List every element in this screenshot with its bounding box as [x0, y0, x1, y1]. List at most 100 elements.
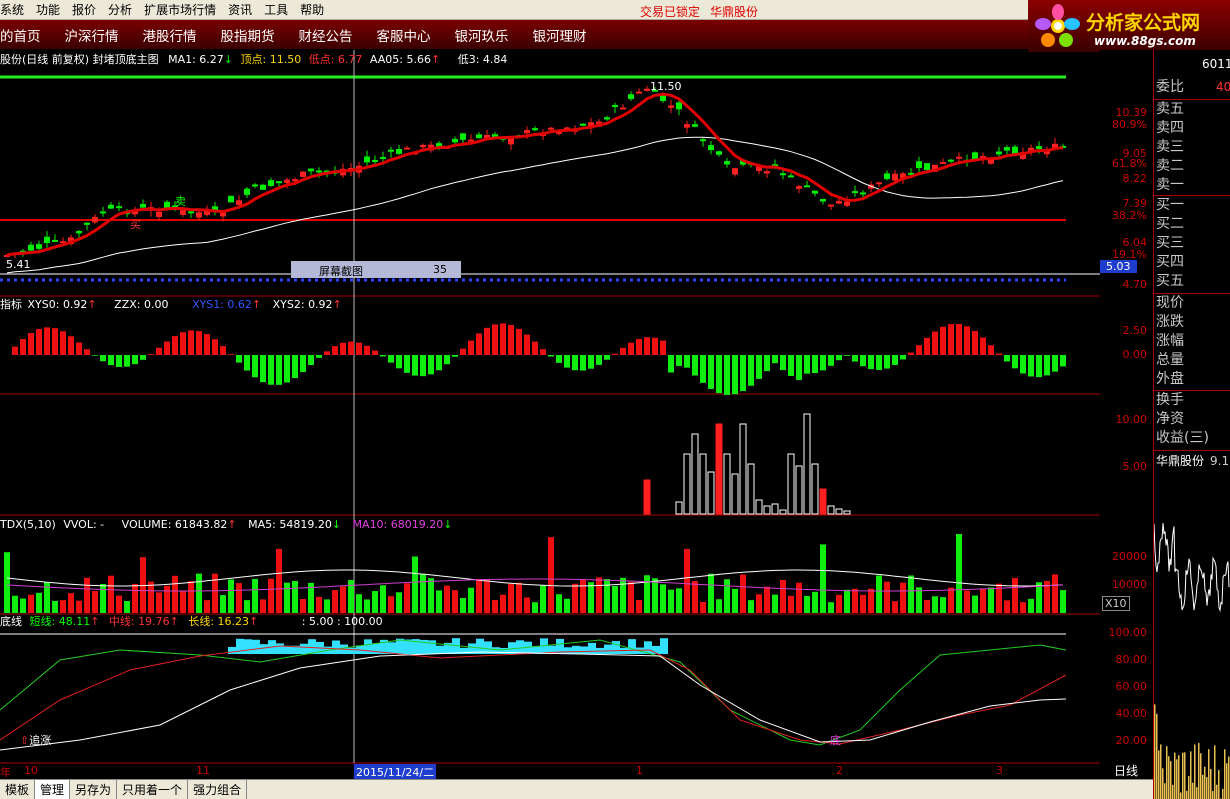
indicator-bar-up [988, 345, 994, 355]
nav-home[interactable]: 的首页 [0, 25, 53, 45]
mini-volume-bar [1228, 756, 1230, 799]
volume-bar [780, 579, 786, 613]
indicator-bar-down [452, 355, 458, 357]
volume-bar [436, 590, 442, 613]
indicator-bar-up [324, 351, 330, 355]
top-label: 顶点: 11.50 [240, 53, 302, 66]
order-buy-2: 买二 [1156, 216, 1184, 232]
osc-cyan-bar [308, 639, 316, 654]
stat-change: 涨跌 [1156, 314, 1184, 330]
xys0-up-arrow-icon: ↑ [87, 298, 97, 311]
menu-news[interactable]: 资讯 [228, 1, 264, 18]
volume-bar [1052, 574, 1058, 613]
nav-service[interactable]: 客服中心 [377, 25, 443, 45]
volume-bar [20, 598, 26, 613]
indicator-bar-down [700, 355, 706, 383]
volume-bar [532, 602, 538, 613]
candle-body [300, 171, 306, 177]
tab-manage[interactable]: 管理 [35, 780, 71, 799]
menu-function[interactable]: 功能 [36, 1, 72, 18]
menu-system[interactable]: 系统 [0, 1, 36, 18]
indicator-bar-down [1044, 355, 1050, 376]
nav-hk[interactable]: 港股行情 [143, 25, 209, 45]
indicator-bar-up [620, 347, 626, 355]
indicator-bar-down [412, 355, 418, 376]
candle-body [156, 211, 162, 217]
mid-bar [739, 423, 747, 515]
volume-bar [236, 583, 242, 613]
indicator-bar-up [460, 348, 466, 355]
candle-body [372, 159, 378, 162]
nav-shanghai-shenzhen[interactable]: 沪深行情 [65, 25, 131, 45]
price-tick-6: 38.2% [1112, 209, 1147, 222]
volume-bar [100, 584, 106, 613]
indicator-bar-up [956, 323, 962, 355]
indicator-bar-down [884, 355, 890, 369]
mini-volume-bar [1216, 784, 1218, 799]
stat-outer: 外盘 [1156, 371, 1184, 387]
bottom-tag: 底 [830, 734, 841, 747]
tab-template[interactable]: 模板 [0, 780, 36, 799]
xys1-up-arrow-icon: ↑ [251, 298, 262, 311]
osc-cyan-bar [260, 644, 268, 654]
indicator-bar-down [1012, 355, 1018, 369]
mini-volume-bar [1196, 787, 1198, 799]
candle-body [940, 162, 946, 165]
indicator-bar-down [580, 355, 586, 371]
volume-bar [1012, 578, 1018, 613]
menu-quote[interactable]: 报价 [72, 1, 108, 18]
middle-bars [643, 413, 851, 515]
volume-bar [900, 582, 906, 613]
menu-analysis[interactable]: 分析 [108, 1, 144, 18]
tab-save-as[interactable]: 另存为 [70, 780, 118, 799]
candle-body [948, 159, 954, 162]
menu-tools[interactable]: 工具 [264, 1, 300, 18]
indicator-bar-up [908, 352, 914, 355]
trade-locked-status[interactable]: 交易已锁定 [640, 3, 700, 20]
long-line-curve [0, 651, 1067, 751]
candle-body [684, 124, 690, 128]
nav-index-futures[interactable]: 股指期货 [221, 25, 287, 45]
line-tick-2: 60.00 [1115, 680, 1148, 693]
indicator-bar-down [876, 355, 882, 370]
candle-body [796, 186, 802, 189]
candle-body [196, 212, 202, 218]
volume-bar [724, 579, 730, 613]
mid-up-arrow-icon: ↑ [169, 615, 179, 628]
volume-bar [12, 595, 18, 613]
period-label[interactable]: 日线 [1114, 764, 1138, 778]
indicator-bar-down [604, 355, 610, 360]
nav-yinhe-joy[interactable]: 银河玖乐 [455, 25, 521, 45]
volume-bar [604, 579, 610, 613]
nav-yinhe-finance[interactable]: 银河理财 [533, 25, 599, 45]
mini-volume-bar [1176, 759, 1178, 799]
menu-help[interactable]: 帮助 [300, 1, 336, 18]
screenshot-popup[interactable]: 屏幕截图 35 [291, 261, 461, 278]
indicator-bar-down [596, 355, 602, 365]
long-line-label: 长线: 16.23 [188, 615, 250, 628]
indicator-bar-down [868, 355, 874, 370]
volume-bar [700, 601, 706, 613]
candle-body [252, 184, 258, 187]
volume-bar [908, 575, 914, 613]
indicator-bar-down [804, 355, 810, 374]
vol-tick-0: 20000 [1112, 550, 1147, 563]
candle-body [764, 171, 770, 174]
indicator-bar-down [588, 355, 594, 369]
osc-cyan-bar [300, 643, 308, 654]
tab-use-one[interactable]: 只用着一个 [117, 780, 189, 799]
tab-strong-combo[interactable]: 强力组合 [188, 780, 248, 799]
indicator-bar-up [644, 337, 650, 355]
indicator-bar-up [508, 324, 514, 355]
indicator-bar-up [652, 337, 658, 355]
extra-label: : 5.00 : 100.00 [301, 615, 383, 628]
nav-announcements[interactable]: 财经公告 [299, 25, 365, 45]
menu-extended-market[interactable]: 扩展市场行情 [144, 1, 228, 18]
price-chart-area[interactable] [0, 50, 1100, 764]
osc-cyan-bar [604, 644, 612, 654]
volume-bar [588, 582, 594, 613]
indicator-bar-up [52, 328, 58, 355]
indicator-bar-down [772, 355, 778, 364]
indicator-bar-down [108, 355, 114, 366]
volume-bar [444, 585, 450, 613]
